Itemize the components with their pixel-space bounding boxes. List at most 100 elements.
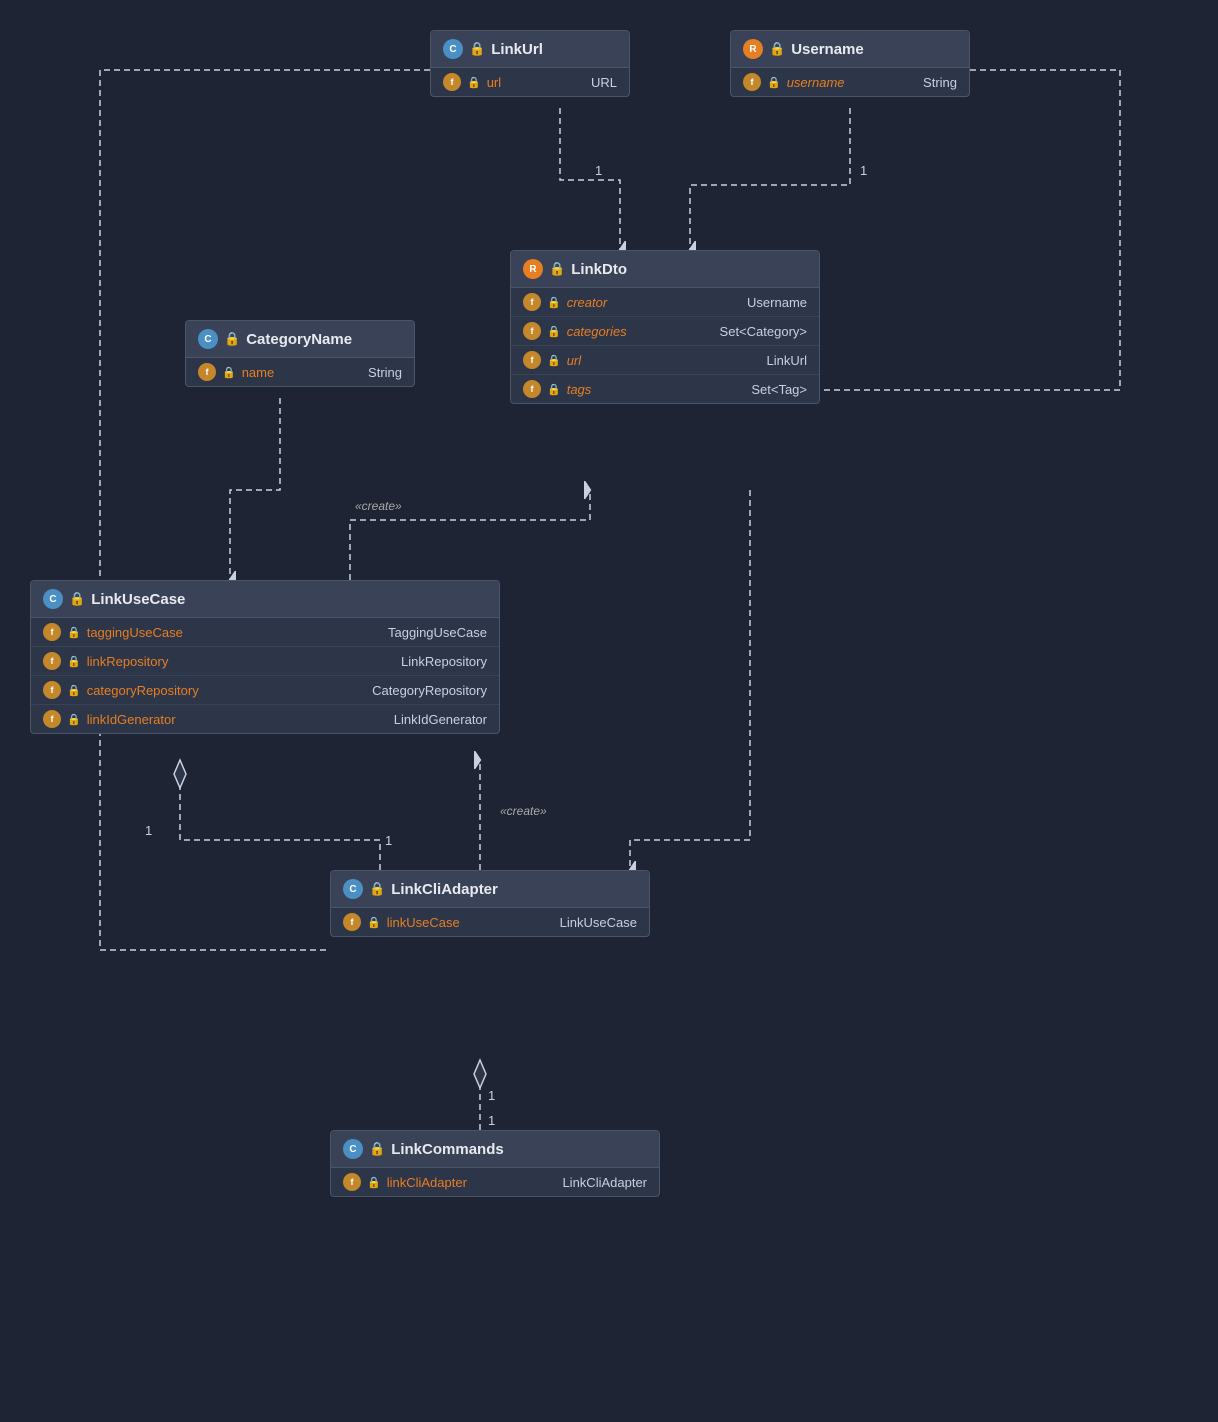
badge-c-linkcliadapter: C: [343, 879, 363, 899]
field-name-linkcliadapter-cmd: linkCliAdapter: [387, 1175, 467, 1190]
diamond-1: [174, 760, 186, 788]
username-to-linkdto: [690, 108, 850, 250]
field-icon-linkrepository: f: [43, 652, 61, 670]
lock-username: 🔒: [767, 76, 781, 89]
class-linkcliadapter: C 🔒 LinkCliAdapter f 🔒 linkUseCase LinkU…: [330, 870, 650, 937]
lock-url: 🔒: [467, 76, 481, 89]
lock-categoryrepository: 🔒: [67, 684, 81, 697]
class-linkurl-header: C 🔒 LinkUrl: [431, 31, 629, 68]
field-categories: f 🔒 categories Set<Category>: [511, 317, 819, 346]
visibility-icon-categoryname: 🔒: [224, 331, 240, 347]
username-loop-right: [810, 70, 1120, 390]
field-taggingusecase: f 🔒 taggingUseCase TaggingUseCase: [31, 618, 499, 647]
field-type-categories: Set<Category>: [712, 324, 807, 339]
field-type-username: String: [915, 75, 957, 90]
field-linkidgenerator: f 🔒 linkIdGenerator LinkIdGenerator: [31, 705, 499, 733]
class-linkcommands: C 🔒 LinkCommands f 🔒 linkCliAdapter Link…: [330, 1130, 660, 1197]
field-type-taggingusecase: TaggingUseCase: [380, 625, 487, 640]
field-type-catname: String: [360, 365, 402, 380]
mult-1c: 1: [145, 823, 152, 838]
field-linkusecase-cli: f 🔒 linkUseCase LinkUseCase: [331, 908, 649, 936]
class-categoryname-header: C 🔒 CategoryName: [186, 321, 414, 358]
badge-c-categoryname: C: [198, 329, 218, 349]
lock-url-linkdto: 🔒: [547, 354, 561, 367]
field-name-creator: creator: [567, 295, 607, 310]
field-icon-tags: f: [523, 380, 541, 398]
field-username: f 🔒 username String: [731, 68, 969, 96]
badge-c-linkcommands: C: [343, 1139, 363, 1159]
class-linkcommands-header: C 🔒 LinkCommands: [331, 1131, 659, 1168]
categoryname-to-linkusecase: [230, 398, 280, 580]
field-icon-categories: f: [523, 322, 541, 340]
field-type-categoryrepository: CategoryRepository: [364, 683, 487, 698]
diagram-container: 1 1 1 1 1 1 «create» «create»: [0, 0, 1218, 1422]
linkdto-to-linkcli: [630, 490, 750, 870]
field-icon-creator: f: [523, 293, 541, 311]
field-name-linkrepository: linkRepository: [87, 654, 169, 669]
class-categoryname-title: CategoryName: [246, 331, 352, 348]
lock-linkcliadapter-cmd: 🔒: [367, 1176, 381, 1189]
linkurl-loop-left: [100, 70, 430, 950]
field-name-categoryrepository: categoryRepository: [87, 683, 199, 698]
field-type-linkcliadapter-cmd: LinkCliAdapter: [554, 1175, 647, 1190]
field-type-linkusecase-cli: LinkUseCase: [552, 915, 637, 930]
class-username-header: R 🔒 Username: [731, 31, 969, 68]
class-linkurl: C 🔒 LinkUrl f 🔒 url URL: [430, 30, 630, 97]
field-type-linkrepository: LinkRepository: [393, 654, 487, 669]
field-creator: f 🔒 creator Username: [511, 288, 819, 317]
class-linkdto-header: R 🔒 LinkDto: [511, 251, 819, 288]
field-icon-linkusecase-cli: f: [343, 913, 361, 931]
field-linkcliadapter-cmd: f 🔒 linkCliAdapter LinkCliAdapter: [331, 1168, 659, 1196]
field-type-creator: Username: [739, 295, 807, 310]
mult-1e: 1: [488, 1088, 495, 1103]
create-label-2: «create»: [500, 804, 547, 818]
field-icon-url: f: [443, 73, 461, 91]
field-url-linkdto: f 🔒 url LinkUrl: [511, 346, 819, 375]
visibility-icon-linkcliadapter: 🔒: [369, 881, 385, 897]
lock-creator: 🔒: [547, 296, 561, 309]
badge-c-linkurl: C: [443, 39, 463, 59]
field-type-tags: Set<Tag>: [743, 382, 807, 397]
lock-linkrepository: 🔒: [67, 655, 81, 668]
create-label-1: «create»: [355, 499, 402, 513]
linkurl-to-linkdto: [560, 108, 620, 250]
lock-name-cat: 🔒: [222, 366, 236, 379]
visibility-icon-linkdto: 🔒: [549, 261, 565, 277]
class-linkcliadapter-title: LinkCliAdapter: [391, 881, 498, 898]
field-tags: f 🔒 tags Set<Tag>: [511, 375, 819, 403]
field-type-linkidgenerator: LinkIdGenerator: [386, 712, 487, 727]
class-linkdto: R 🔒 LinkDto f 🔒 creator Username f 🔒 cat…: [510, 250, 820, 404]
class-linkusecase-header: C 🔒 LinkUseCase: [31, 581, 499, 618]
class-categoryname: C 🔒 CategoryName f 🔒 name String: [185, 320, 415, 387]
field-icon-url-linkdto: f: [523, 351, 541, 369]
badge-c-linkusecase: C: [43, 589, 63, 609]
linkcli-composition-linkusecase: [180, 760, 380, 870]
field-name-cat: f 🔒 name String: [186, 358, 414, 386]
field-icon-linkidgenerator: f: [43, 710, 61, 728]
field-name-linkidgenerator: linkIdGenerator: [87, 712, 176, 727]
linkusecase-to-linkdto: [350, 490, 590, 580]
field-icon-username: f: [743, 73, 761, 91]
diamond-2: [474, 1060, 486, 1088]
class-linkcommands-title: LinkCommands: [391, 1141, 504, 1158]
lock-tags: 🔒: [547, 383, 561, 396]
lock-linkidgenerator: 🔒: [67, 713, 81, 726]
class-linkurl-title: LinkUrl: [491, 41, 543, 58]
mult-1b: 1: [595, 163, 602, 178]
field-name-url-linkdto: url: [567, 353, 581, 368]
class-username: R 🔒 Username f 🔒 username String: [730, 30, 970, 97]
field-name-tags: tags: [567, 382, 592, 397]
mult-1f: 1: [488, 1113, 495, 1128]
badge-r-username: R: [743, 39, 763, 59]
field-name-username: username: [787, 75, 845, 90]
visibility-icon-linkcommands: 🔒: [369, 1141, 385, 1157]
field-url: f 🔒 url URL: [431, 68, 629, 96]
field-name-url: url: [487, 75, 501, 90]
class-linkcliadapter-header: C 🔒 LinkCliAdapter: [331, 871, 649, 908]
class-linkusecase-title: LinkUseCase: [91, 591, 185, 608]
field-name-categories: categories: [567, 324, 627, 339]
field-name-taggingusecase: taggingUseCase: [87, 625, 183, 640]
mult-1a: 1: [860, 163, 867, 178]
field-type-url-linkdto: LinkUrl: [759, 353, 807, 368]
field-icon-name-cat: f: [198, 363, 216, 381]
